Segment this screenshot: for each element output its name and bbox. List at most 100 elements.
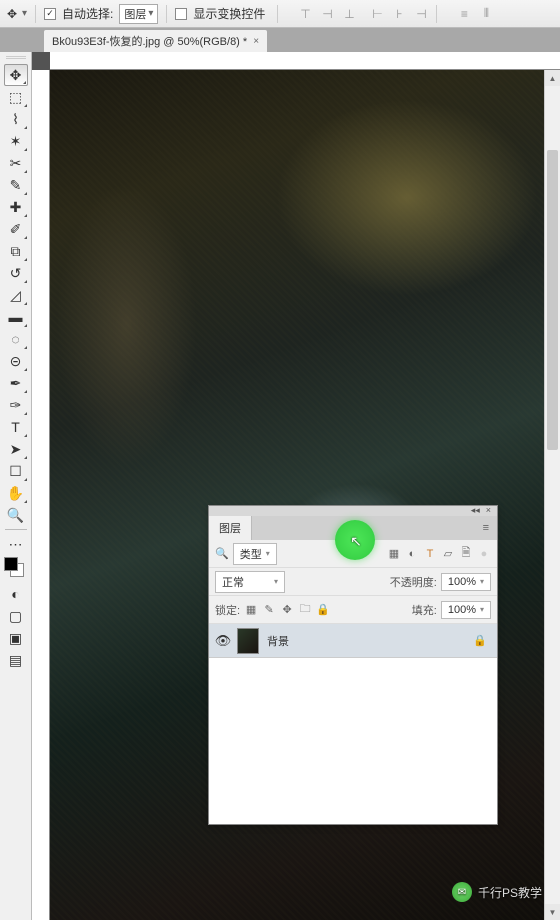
panel-grip[interactable] bbox=[6, 56, 26, 60]
opacity-value: 100% bbox=[448, 576, 476, 588]
filter-type-dropdown[interactable]: 类型 ▾ bbox=[233, 543, 277, 565]
align-top-icon[interactable]: ⊤ bbox=[298, 7, 312, 21]
lock-fill-row: 锁定: ▦ ✎ ✥ 🗀 🔒 填充: 100% ▾ bbox=[209, 596, 497, 624]
fill-input[interactable]: 100% ▾ bbox=[441, 601, 491, 619]
edit-toolbar[interactable]: ⋯ bbox=[4, 533, 28, 555]
filter-pixel-icon[interactable]: ▦ bbox=[387, 547, 401, 561]
align-controls-2: ⊢ ⊦ ⊣ bbox=[370, 7, 428, 21]
lock-all-icon[interactable]: 🔒 bbox=[316, 603, 330, 617]
eraser-tool[interactable]: ◿ bbox=[4, 284, 28, 306]
document-tab[interactable]: Bk0u93E3f-恢复的.jpg @ 50%(RGB/8) * × bbox=[44, 30, 267, 52]
layer-name[interactable]: 背景 bbox=[267, 633, 289, 649]
chevron-down-icon: ▾ bbox=[480, 605, 484, 614]
lock-artboard-icon[interactable]: 🗀 bbox=[298, 603, 312, 617]
panel-menu-icon[interactable]: ≡ bbox=[475, 522, 497, 534]
divider bbox=[436, 5, 437, 23]
hand-tool[interactable]: ✋ bbox=[4, 482, 28, 504]
opacity-label: 不透明度: bbox=[390, 574, 437, 590]
clone-stamp-tool[interactable]: ⧉ bbox=[4, 240, 28, 262]
history-brush-tool[interactable]: ↺ bbox=[4, 262, 28, 284]
path-selection-tool[interactable]: ➤ bbox=[4, 438, 28, 460]
align-right-icon[interactable]: ⊣ bbox=[414, 7, 428, 21]
vertical-scrollbar[interactable]: ▲ ▼ bbox=[544, 70, 560, 920]
screen-mode-1-icon[interactable]: ▢ bbox=[4, 605, 28, 627]
magic-wand-tool[interactable]: ✶ bbox=[4, 130, 28, 152]
auto-select-checkbox[interactable]: ✓ bbox=[44, 8, 56, 20]
filter-toggle-icon[interactable]: ● bbox=[477, 547, 491, 561]
auto-select-target-dropdown[interactable]: 图层 ▾ bbox=[119, 4, 158, 24]
blend-mode-value: 正常 bbox=[222, 574, 244, 590]
panel-header[interactable]: ◂◂ × bbox=[209, 506, 497, 516]
close-panel-icon[interactable]: × bbox=[486, 505, 491, 516]
crop-tool[interactable]: ✂ bbox=[4, 152, 28, 174]
zoom-tool[interactable]: 🔍 bbox=[4, 504, 28, 526]
document-tab-title: Bk0u93E3f-恢复的.jpg @ 50%(RGB/8) * bbox=[52, 33, 247, 49]
auto-select-target-value: 图层 bbox=[124, 6, 146, 22]
screen-mode-3-icon[interactable]: ▤ bbox=[4, 649, 28, 671]
move-tool[interactable]: ✥ bbox=[4, 64, 28, 86]
blend-mode-dropdown[interactable]: 正常 ▾ bbox=[215, 571, 285, 593]
distribute-controls: ≡ ⫴ bbox=[457, 7, 493, 21]
chevron-down-icon: ▾ bbox=[274, 577, 278, 586]
divider bbox=[277, 5, 278, 23]
screen-mode-2-icon[interactable]: ▣ bbox=[4, 627, 28, 649]
gradient-tool[interactable]: ▬ bbox=[4, 306, 28, 328]
align-hcenter-icon[interactable]: ⊦ bbox=[392, 7, 406, 21]
distribute-icon[interactable]: ≡ bbox=[457, 7, 471, 21]
foreground-color-swatch[interactable] bbox=[4, 557, 18, 571]
brush-tool[interactable]: ✐ bbox=[4, 218, 28, 240]
collapse-icon[interactable]: ◂◂ bbox=[471, 505, 480, 516]
lock-position-icon[interactable]: ✥ bbox=[280, 603, 294, 617]
freeform-pen-tool[interactable]: ✑ bbox=[4, 394, 28, 416]
lasso-tool[interactable]: ⌇ bbox=[4, 108, 28, 130]
horizontal-ruler[interactable] bbox=[50, 52, 560, 70]
wechat-icon: ✉ bbox=[452, 882, 472, 902]
dodge-tool[interactable]: ⊝ bbox=[4, 350, 28, 372]
quick-mask-icon[interactable]: ◐ bbox=[4, 583, 28, 605]
filter-type-icon[interactable]: T bbox=[423, 547, 437, 561]
opacity-input[interactable]: 100% ▾ bbox=[441, 573, 491, 591]
healing-brush-tool[interactable]: ✚ bbox=[4, 196, 28, 218]
align-bottom-icon[interactable]: ⊥ bbox=[342, 7, 356, 21]
align-vcenter-icon[interactable]: ⊣ bbox=[320, 7, 334, 21]
blur-tool[interactable]: ◌ bbox=[4, 328, 28, 350]
type-tool[interactable]: T bbox=[4, 416, 28, 438]
auto-select-label: 自动选择: bbox=[62, 5, 113, 22]
marquee-tool[interactable]: ⬚ bbox=[4, 86, 28, 108]
layers-tab[interactable]: 图层 bbox=[209, 516, 252, 540]
vertical-ruler[interactable] bbox=[32, 70, 50, 920]
filter-smart-icon[interactable]: 🗎 bbox=[459, 547, 473, 561]
show-transform-checkbox[interactable] bbox=[175, 8, 187, 20]
document-tab-bar: Bk0u93E3f-恢复的.jpg @ 50%(RGB/8) * × bbox=[0, 28, 560, 52]
shape-tool[interactable]: ☐ bbox=[4, 460, 28, 482]
lock-icon: 🔒 bbox=[473, 634, 487, 647]
layer-row[interactable]: 👁 背景 🔒 bbox=[209, 624, 497, 658]
layer-list: 👁 背景 🔒 bbox=[209, 624, 497, 824]
watermark-text: 千行PS教学 bbox=[478, 884, 542, 901]
lock-pixels-icon[interactable]: ✎ bbox=[262, 603, 276, 617]
scroll-up-button[interactable]: ▲ bbox=[545, 70, 560, 86]
layer-thumbnail[interactable] bbox=[237, 628, 259, 654]
visibility-toggle-icon[interactable]: 👁 bbox=[209, 633, 237, 649]
filter-type-label: 类型 bbox=[240, 546, 262, 562]
tool-preset-dropdown-icon[interactable]: ▾ bbox=[22, 8, 27, 19]
fill-label: 填充: bbox=[412, 602, 437, 618]
lock-transparency-icon[interactable]: ▦ bbox=[244, 603, 258, 617]
filter-shape-icon[interactable]: ▱ bbox=[441, 547, 455, 561]
divider bbox=[166, 5, 167, 23]
scroll-down-button[interactable]: ▼ bbox=[545, 904, 560, 920]
align-left-icon[interactable]: ⊢ bbox=[370, 7, 384, 21]
distribute-icon[interactable]: ⫴ bbox=[479, 7, 493, 21]
align-controls: ⊤ ⊣ ⊥ bbox=[298, 7, 356, 21]
search-icon: 🔍 bbox=[215, 547, 229, 560]
fill-value: 100% bbox=[448, 604, 476, 616]
scrollbar-thumb[interactable] bbox=[547, 150, 558, 450]
close-tab-icon[interactable]: × bbox=[253, 36, 259, 47]
color-swatches[interactable] bbox=[4, 557, 28, 581]
lock-label: 锁定: bbox=[215, 602, 240, 618]
filter-adjustment-icon[interactable]: ◐ bbox=[405, 547, 419, 561]
pen-tool[interactable]: ✒ bbox=[4, 372, 28, 394]
tools-panel: ✥ ⬚ ⌇ ✶ ✂ ✎ ✚ ✐ ⧉ ↺ ◿ ▬ ◌ ⊝ ✒ ✑ T ➤ ☐ ✋ … bbox=[0, 52, 32, 920]
cursor-highlight: ↖ bbox=[335, 520, 375, 560]
eyedropper-tool[interactable]: ✎ bbox=[4, 174, 28, 196]
